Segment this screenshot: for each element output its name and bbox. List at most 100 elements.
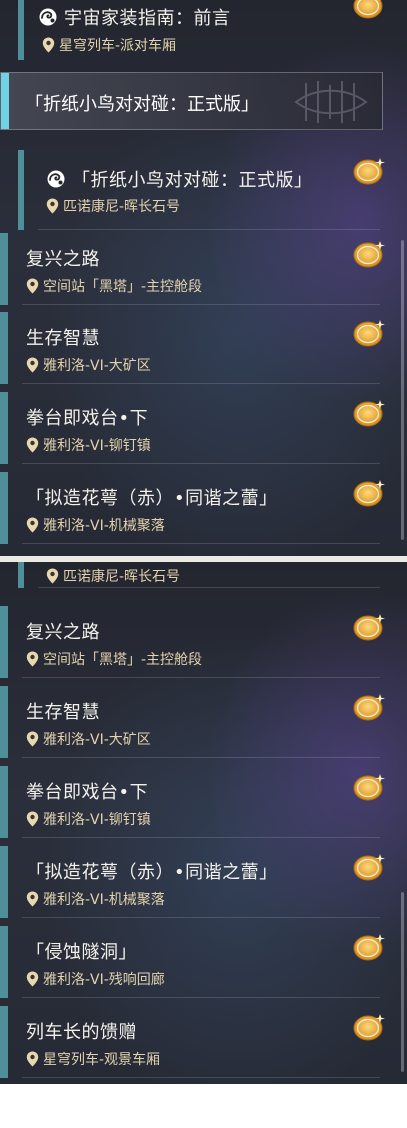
mission-location: 雅利洛-VI-铆钉镇 <box>26 809 151 829</box>
new-badge-icon <box>352 318 386 348</box>
item-accent-bar <box>0 926 8 998</box>
mission-location: 雅利洛-VI-机械聚落 <box>26 889 165 909</box>
item-accent-bar <box>0 472 8 544</box>
item-accent-bar <box>0 392 8 464</box>
item-divider <box>22 837 380 838</box>
mission-location-text: 空间站「黑塔」-主控舱段 <box>43 652 203 668</box>
new-badge-icon <box>352 1012 386 1042</box>
mission-item-partial[interactable]: 宇宙家装指南：前言 星穹列车-派对车厢 <box>8 0 380 60</box>
mission-title: 「拟造花萼（赤）•同谐之蕾」 <box>26 488 278 509</box>
new-badge-icon <box>352 239 386 269</box>
item-divider <box>22 997 380 998</box>
item-divider <box>22 917 380 918</box>
item-accent-bar <box>18 562 24 588</box>
item-divider <box>22 677 380 678</box>
mission-item[interactable]: 「侵蚀隧洞」 雅利洛-VI-残响回廊 <box>0 926 380 998</box>
location-pin-icon <box>26 651 39 667</box>
location-pin-icon <box>26 517 39 533</box>
mission-list-panel-bottom: 匹诺康尼-晖长石号 复兴之路 空间站「黑塔」-主控舱段 生存智慧 雅利洛-VI-… <box>0 562 407 1084</box>
mission-title: 「拟造花萼（赤）•同谐之蕾」 <box>26 862 278 883</box>
mission-location-text: 匹诺康尼-晖长石号 <box>63 569 181 585</box>
mission-location: 雅利洛-VI-大矿区 <box>26 729 151 749</box>
emblem-watermark-icon <box>294 81 368 123</box>
item-divider <box>22 383 380 384</box>
mission-location: 匹诺康尼-晖长石号 <box>46 196 180 216</box>
mission-title: 复兴之路 <box>26 249 100 270</box>
mission-item[interactable]: 「拟造花萼（赤）•同谐之蕾」 雅利洛-VI-机械聚落 <box>0 472 380 544</box>
item-accent-bar <box>18 0 24 60</box>
location-pin-icon <box>46 568 59 584</box>
location-pin-icon <box>26 971 39 987</box>
item-accent-bar <box>0 766 8 838</box>
new-badge-icon <box>352 612 386 642</box>
item-divider <box>22 757 380 758</box>
scrollbar[interactable] <box>401 240 404 540</box>
mission-item[interactable]: 拳台即戏台•下 雅利洛-VI-铆钉镇 <box>0 766 380 838</box>
mission-title: 拳台即戏台•下 <box>26 408 149 429</box>
mission-location-text: 雅利洛-VI-机械聚落 <box>43 892 165 908</box>
mission-location-text: 雅利洛-VI-残响回廊 <box>43 972 165 988</box>
new-badge-icon <box>352 0 386 20</box>
swirl-mission-icon <box>46 169 66 189</box>
item-divider <box>38 229 380 230</box>
blank-area <box>0 1084 407 1128</box>
mission-location-text: 空间站「黑塔」-主控舱段 <box>43 279 203 295</box>
location-pin-icon <box>26 1051 39 1067</box>
item-accent-bar <box>0 312 8 384</box>
item-divider <box>22 463 380 464</box>
mission-title: 生存智慧 <box>26 328 100 349</box>
new-badge-icon <box>352 932 386 962</box>
item-accent-bar <box>0 846 8 918</box>
mission-location: 星穹列车-派对车厢 <box>42 35 176 55</box>
mission-item[interactable]: 生存智慧 雅利洛-VI-大矿区 <box>0 312 380 384</box>
scrollbar[interactable] <box>401 892 404 1072</box>
selected-mission-title: 「折纸小鸟对对碰：正式版」 <box>25 94 259 115</box>
new-badge-icon <box>352 772 386 802</box>
location-pin-icon <box>26 278 39 294</box>
new-badge-icon <box>352 692 386 722</box>
mission-title: 列车长的馈赠 <box>26 1022 137 1043</box>
mission-location: 空间站「黑塔」-主控舱段 <box>26 276 202 296</box>
mission-title: 生存智慧 <box>26 702 100 723</box>
mission-location-text: 雅利洛-VI-机械聚落 <box>43 518 165 534</box>
item-accent-bar <box>0 233 8 305</box>
item-accent-bar <box>0 606 8 678</box>
item-divider <box>22 1077 380 1078</box>
mission-item[interactable]: 复兴之路 空间站「黑塔」-主控舱段 <box>0 233 380 305</box>
mission-location: 匹诺康尼-晖长石号 <box>46 566 180 586</box>
mission-item-partial[interactable]: 匹诺康尼-晖长石号 <box>8 562 380 588</box>
mission-title: 宇宙家装指南：前言 <box>38 4 231 30</box>
mission-title: 复兴之路 <box>26 622 100 643</box>
swirl-mission-icon <box>38 7 58 27</box>
location-pin-icon <box>42 37 55 53</box>
mission-item[interactable]: 「折纸小鸟对对碰：正式版」 匹诺康尼-晖长石号 <box>8 150 380 230</box>
mission-location-text: 雅利洛-VI-大矿区 <box>43 732 151 748</box>
mission-location-text: 雅利洛-VI-大矿区 <box>43 358 151 374</box>
mission-location-text: 星穹列车-派对车厢 <box>59 38 177 54</box>
item-accent-bar <box>0 1006 8 1078</box>
mission-location: 雅利洛-VI-铆钉镇 <box>26 435 151 455</box>
location-pin-icon <box>26 811 39 827</box>
mission-item[interactable]: 拳台即戏台•下 雅利洛-VI-铆钉镇 <box>0 392 380 464</box>
location-pin-icon <box>26 357 39 373</box>
mission-item[interactable]: 「拟造花萼（赤）•同谐之蕾」 雅利洛-VI-机械聚落 <box>0 846 380 918</box>
new-badge-icon <box>352 852 386 882</box>
mission-location-text: 雅利洛-VI-铆钉镇 <box>43 438 151 454</box>
mission-location: 雅利洛-VI-大矿区 <box>26 355 151 375</box>
item-divider <box>22 304 380 305</box>
mission-location-text: 匹诺康尼-晖长石号 <box>63 199 181 215</box>
mission-title: 「折纸小鸟对对碰：正式版」 <box>46 166 313 192</box>
mission-item[interactable]: 列车长的馈赠 星穹列车-观景车厢 <box>0 1006 380 1078</box>
mission-list-panel-top: 宇宙家装指南：前言 星穹列车-派对车厢 「折纸小鸟对对碰：正式版」 「折纸小鸟对… <box>0 0 407 556</box>
mission-item[interactable]: 复兴之路 空间站「黑塔」-主控舱段 <box>0 606 380 678</box>
mission-location: 雅利洛-VI-残响回廊 <box>26 969 165 989</box>
mission-title: 拳台即戏台•下 <box>26 782 149 803</box>
mission-title-text: 「折纸小鸟对对碰：正式版」 <box>72 170 313 191</box>
new-badge-icon <box>352 478 386 508</box>
mission-location: 星穹列车-观景车厢 <box>26 1049 160 1069</box>
mission-item-selected[interactable]: 「折纸小鸟对对碰：正式版」 <box>0 72 383 130</box>
new-badge-icon <box>352 398 386 428</box>
mission-location-text: 雅利洛-VI-铆钉镇 <box>43 812 151 828</box>
new-badge-icon <box>352 156 386 186</box>
mission-item[interactable]: 生存智慧 雅利洛-VI-大矿区 <box>0 686 380 758</box>
